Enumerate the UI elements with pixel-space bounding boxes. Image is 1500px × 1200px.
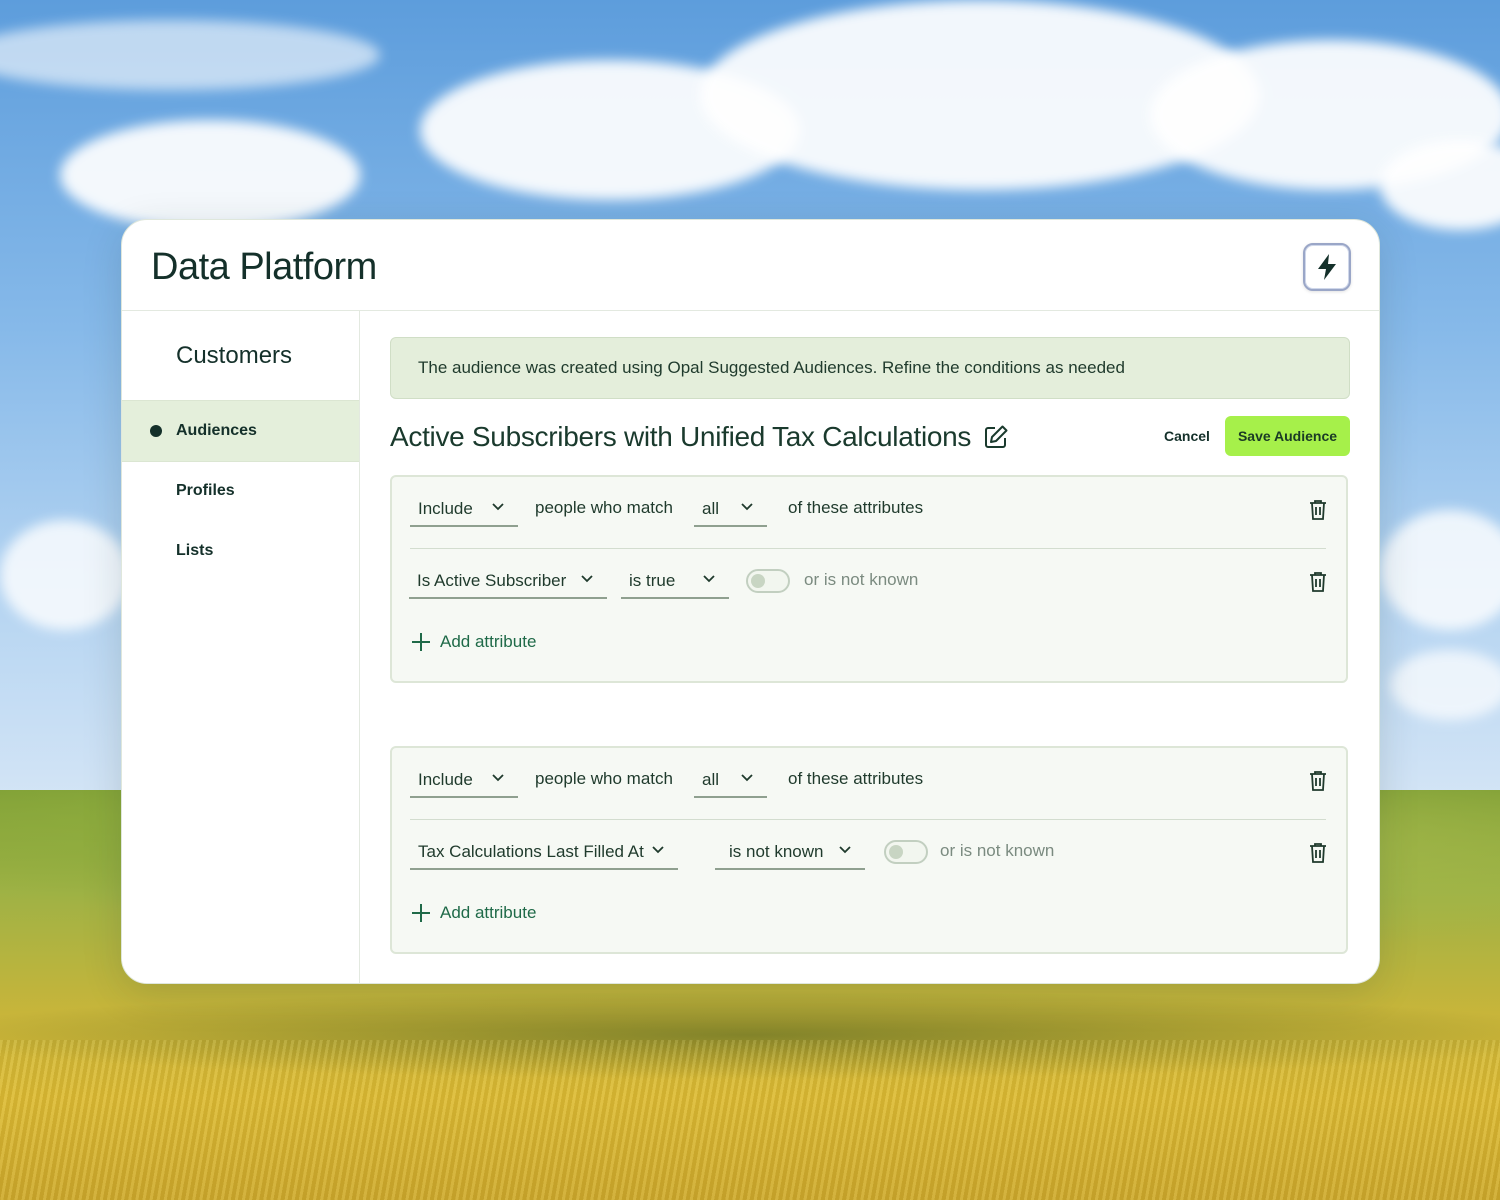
lightning-action-button[interactable] <box>1303 243 1351 291</box>
chevron-down-icon <box>581 575 593 583</box>
divider <box>410 819 1326 820</box>
app-window: Data Platform Customers Audiences Profil… <box>121 219 1380 984</box>
condition-group: Include people who match all of these at… <box>390 746 1348 954</box>
match-select-value: all <box>702 499 720 518</box>
include-select[interactable]: Include <box>410 764 518 798</box>
grass-texture <box>0 1040 1500 1200</box>
sidebar-item-profiles[interactable]: Profiles <box>122 461 359 521</box>
chevron-down-icon <box>839 846 851 854</box>
sidebar: Customers Audiences Profiles Lists <box>122 311 360 983</box>
match-select[interactable]: all <box>694 493 767 527</box>
lightning-bolt-icon <box>1318 254 1336 280</box>
delete-condition-trash-icon[interactable] <box>1308 571 1328 593</box>
toggle-label: or is not known <box>940 841 1055 860</box>
group-header-row: Include people who match all of these at… <box>392 756 1346 806</box>
include-select[interactable]: Include <box>410 493 518 527</box>
plus-icon <box>412 904 430 922</box>
plus-icon <box>412 633 430 651</box>
operator-select[interactable]: is true <box>621 565 729 599</box>
add-attribute-label: Add attribute <box>440 632 537 651</box>
save-audience-button[interactable]: Save Audience <box>1225 416 1350 456</box>
add-attribute-button[interactable]: Add attribute <box>412 627 536 657</box>
app-title: Data Platform <box>151 246 377 288</box>
attribute-select-value: Tax Calculations Last Filled At <box>418 842 644 861</box>
chevron-down-icon <box>492 774 504 782</box>
add-attribute-label: Add attribute <box>440 903 537 922</box>
match-prefix-text: people who match <box>535 498 673 517</box>
delete-condition-trash-icon[interactable] <box>1308 842 1328 864</box>
group-header-row: Include people who match all of these at… <box>392 485 1346 535</box>
operator-select[interactable]: is not known <box>715 836 865 870</box>
attribute-select[interactable]: Tax Calculations Last Filled At <box>410 836 678 870</box>
not-known-toggle[interactable] <box>884 840 928 864</box>
info-banner: The audience was created using Opal Sugg… <box>390 337 1350 399</box>
delete-group-trash-icon[interactable] <box>1308 499 1328 521</box>
add-attribute-button[interactable]: Add attribute <box>412 898 536 928</box>
condition-row: Tax Calculations Last Filled At is not k… <box>392 828 1346 878</box>
match-prefix-text: people who match <box>535 769 673 788</box>
app-header: Data Platform <box>122 220 1379 311</box>
toggle-label: or is not known <box>804 570 919 589</box>
cloud <box>1390 650 1500 720</box>
cancel-button[interactable]: Cancel <box>1150 416 1224 456</box>
match-select[interactable]: all <box>694 764 767 798</box>
add-attribute-row: Add attribute <box>392 619 1346 669</box>
edit-icon[interactable] <box>983 424 1009 450</box>
operator-select-value: is not known <box>729 842 824 861</box>
cloud <box>0 520 130 630</box>
match-select-value: all <box>702 770 720 789</box>
delete-group-trash-icon[interactable] <box>1308 770 1328 792</box>
active-indicator-dot <box>150 425 162 437</box>
operator-select-value: is true <box>629 571 676 590</box>
chevron-down-icon <box>492 503 504 511</box>
include-select-value: Include <box>418 499 473 518</box>
banner-text: The audience was created using Opal Sugg… <box>418 358 1125 377</box>
audience-title-row: Active Subscribers with Unified Tax Calc… <box>390 421 1009 453</box>
sidebar-item-label: Audiences <box>176 422 257 439</box>
audience-title: Active Subscribers with Unified Tax Calc… <box>390 421 972 452</box>
divider <box>410 548 1326 549</box>
sidebar-item-label: Lists <box>176 542 214 559</box>
not-known-toggle[interactable] <box>746 569 790 593</box>
match-suffix-text: of these attributes <box>788 498 924 517</box>
condition-group: Include people who match all of these at… <box>390 475 1348 683</box>
sidebar-item-label: Profiles <box>176 482 235 499</box>
sidebar-title: Customers <box>176 342 293 369</box>
chevron-down-icon <box>741 774 753 782</box>
condition-row: Is Active Subscriber is true or is not k… <box>392 557 1346 607</box>
sidebar-item-lists[interactable]: Lists <box>122 521 359 581</box>
add-attribute-row: Add attribute <box>392 890 1346 940</box>
include-select-value: Include <box>418 770 473 789</box>
chevron-down-icon <box>703 575 715 583</box>
attribute-select[interactable]: Is Active Subscriber <box>409 565 607 599</box>
chevron-down-icon <box>652 846 664 854</box>
cloud <box>60 120 360 230</box>
main-content: The audience was created using Opal Sugg… <box>360 311 1379 983</box>
toggle-knob <box>889 845 903 859</box>
match-suffix-text: of these attributes <box>788 769 924 788</box>
sidebar-item-audiences[interactable]: Audiences <box>122 400 359 462</box>
chevron-down-icon <box>741 503 753 511</box>
toggle-knob <box>751 574 765 588</box>
attribute-select-value: Is Active Subscriber <box>417 571 567 590</box>
